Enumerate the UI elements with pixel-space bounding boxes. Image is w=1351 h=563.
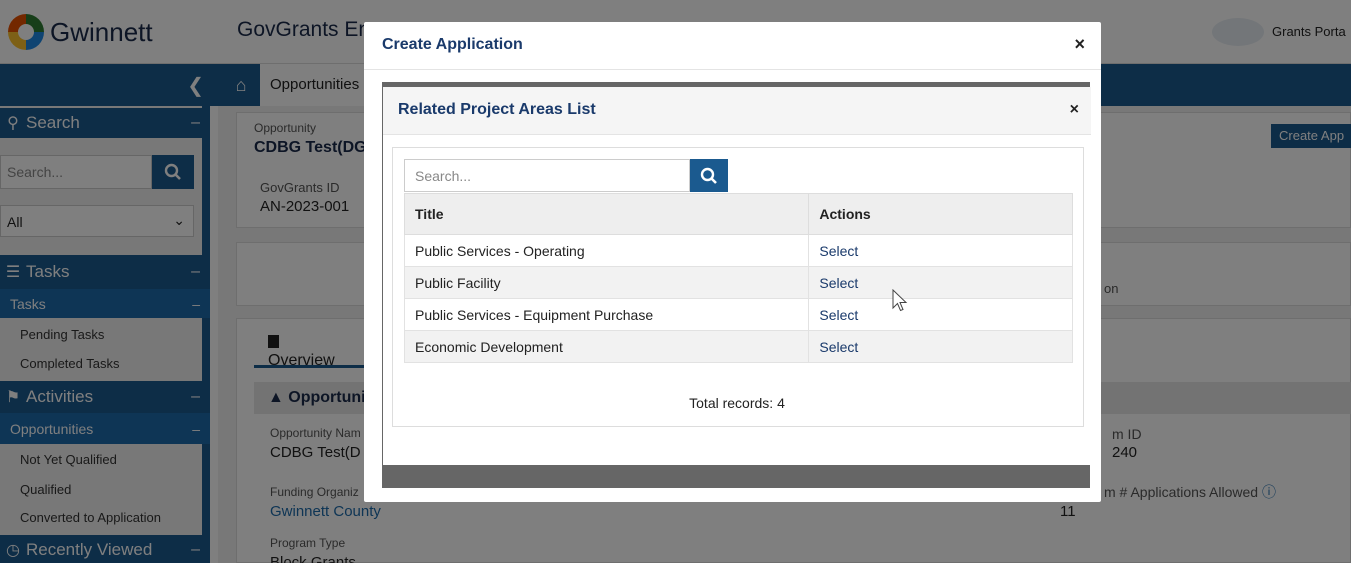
- column-header-title[interactable]: Title: [403, 193, 810, 235]
- row-title: Economic Development: [403, 330, 810, 363]
- modal-title: Create Application: [382, 36, 523, 53]
- select-link[interactable]: Select: [808, 234, 1073, 267]
- table-row: Public Services - Operating Select: [403, 234, 1073, 267]
- modal-header: Related Project Areas List ×: [383, 87, 1091, 135]
- modal-title: Related Project Areas List: [398, 101, 596, 118]
- related-project-areas-modal: Related Project Areas List × Search... T…: [383, 87, 1091, 465]
- column-header-actions: Actions: [808, 193, 1073, 235]
- search-input[interactable]: Search...: [404, 159, 690, 192]
- project-areas-table: Title Actions Public Services - Operatin…: [403, 193, 1073, 363]
- table-row: Economic Development Select: [403, 330, 1073, 363]
- table-row: Public Services - Equipment Purchase Sel…: [403, 298, 1073, 331]
- row-title: Public Services - Equipment Purchase: [403, 298, 810, 331]
- search-icon: [700, 167, 717, 184]
- table-header-row: Title Actions: [403, 193, 1073, 235]
- row-title: Public Services - Operating: [403, 234, 810, 267]
- search-button[interactable]: [690, 159, 728, 192]
- row-title: Public Facility: [403, 266, 810, 299]
- close-icon[interactable]: ×: [1074, 34, 1085, 55]
- table-row: Public Facility Select: [403, 266, 1073, 299]
- select-link[interactable]: Select: [808, 298, 1073, 331]
- modal-header: Create Application ×: [364, 22, 1101, 70]
- select-link[interactable]: Select: [808, 266, 1073, 299]
- total-records: Total records: 4: [689, 395, 785, 411]
- close-icon[interactable]: ×: [1070, 101, 1079, 119]
- select-link[interactable]: Select: [808, 330, 1073, 363]
- mouse-cursor-icon: [892, 289, 908, 312]
